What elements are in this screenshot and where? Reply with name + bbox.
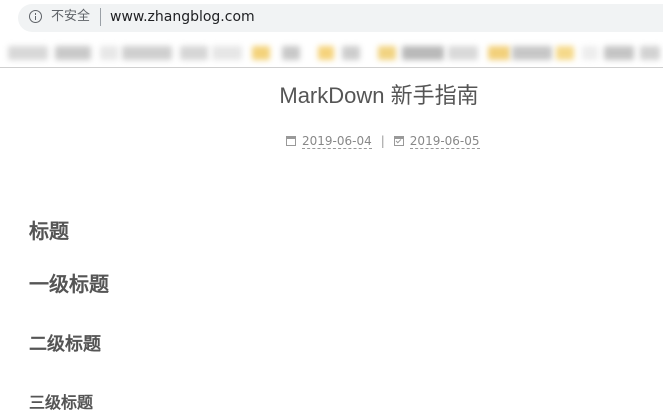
calendar-icon (286, 136, 296, 146)
redacted-bookmark[interactable] (556, 46, 574, 60)
bookmarks-bar-redacted (0, 38, 663, 66)
url-text[interactable]: www.zhangblog.com (110, 8, 255, 26)
updated-date-link[interactable]: 2019-06-05 (409, 134, 480, 149)
heading-level-1: 一级标题 (29, 272, 109, 296)
tab-edge-icon (0, 8, 4, 22)
redacted-bookmark[interactable] (282, 46, 300, 60)
redacted-bookmark[interactable] (640, 46, 660, 60)
redacted-bookmark[interactable] (252, 46, 270, 60)
meta-separator: | (380, 134, 385, 148)
redacted-bookmark[interactable] (180, 46, 208, 60)
heading-level-2: 二级标题 (29, 334, 101, 355)
redacted-bookmark[interactable] (342, 46, 360, 60)
post-title: MarkDown 新手指南 (279, 83, 479, 108)
redacted-bookmark[interactable] (488, 46, 510, 60)
redacted-bookmark[interactable] (448, 46, 478, 60)
address-divider (100, 8, 101, 26)
browser-toolbar: 不安全 www.zhangblog.com (0, 0, 663, 36)
created-date-link[interactable]: 2019-06-04 (302, 134, 372, 149)
info-icon[interactable] (29, 10, 42, 23)
redacted-bookmark[interactable] (402, 46, 444, 60)
redacted-bookmark[interactable] (378, 46, 396, 60)
calendar-check-icon (393, 136, 404, 146)
redacted-bookmark[interactable] (212, 46, 242, 60)
heading-level-3: 三级标题 (29, 393, 94, 412)
redacted-bookmark[interactable] (512, 46, 552, 60)
redacted-bookmark[interactable] (8, 46, 48, 60)
redacted-bookmark[interactable] (122, 46, 172, 60)
security-status[interactable]: 不安全 (51, 9, 90, 25)
redacted-bookmark[interactable] (582, 46, 598, 60)
redacted-bookmark[interactable] (55, 46, 91, 60)
page-divider (0, 67, 663, 68)
heading-title: 标题 (29, 219, 69, 243)
redacted-bookmark[interactable] (318, 46, 334, 60)
post-meta: 2019-06-04 | 2019-06-05 (286, 133, 480, 149)
redacted-bookmark[interactable] (100, 46, 118, 60)
redacted-bookmark[interactable] (604, 46, 634, 60)
